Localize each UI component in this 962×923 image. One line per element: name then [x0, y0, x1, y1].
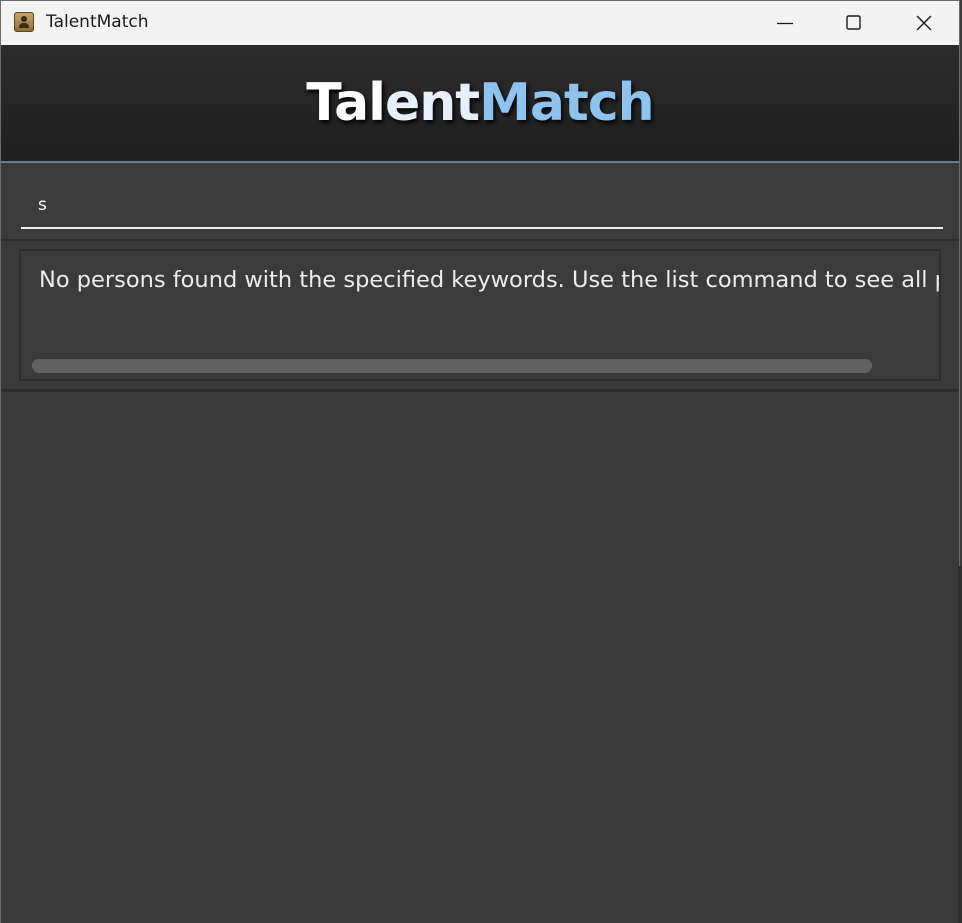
close-button[interactable]: [888, 1, 956, 45]
window-edge-shadow: [958, 566, 962, 923]
brand-title-part: ent: [384, 73, 480, 133]
address-book-icon: [14, 12, 34, 32]
window-title: TalentMatch: [46, 12, 149, 32]
brand-title-part: Match: [479, 73, 655, 133]
brand-title-part: Tal: [306, 73, 386, 133]
result-message: No persons found with the specified keyw…: [39, 267, 941, 293]
result-display-area: No persons found with the specified keyw…: [1, 241, 959, 392]
command-input[interactable]: [21, 183, 943, 229]
minimize-icon: [777, 22, 793, 25]
title-bar[interactable]: TalentMatch: [1, 1, 959, 45]
person-list-panel: [1, 392, 959, 923]
maximize-icon: [846, 15, 861, 30]
brand-title: TalentMatch: [1, 73, 959, 133]
close-icon: [916, 15, 932, 31]
app-header: TalentMatch: [1, 45, 959, 163]
command-box-area: [1, 163, 959, 241]
result-display[interactable]: No persons found with the specified keyw…: [19, 249, 941, 381]
app-window: TalentMatch TalentMatch No persons found…: [0, 0, 960, 923]
maximize-button[interactable]: [819, 1, 887, 45]
horizontal-scrollbar[interactable]: [32, 359, 872, 373]
minimize-button[interactable]: [751, 1, 819, 45]
